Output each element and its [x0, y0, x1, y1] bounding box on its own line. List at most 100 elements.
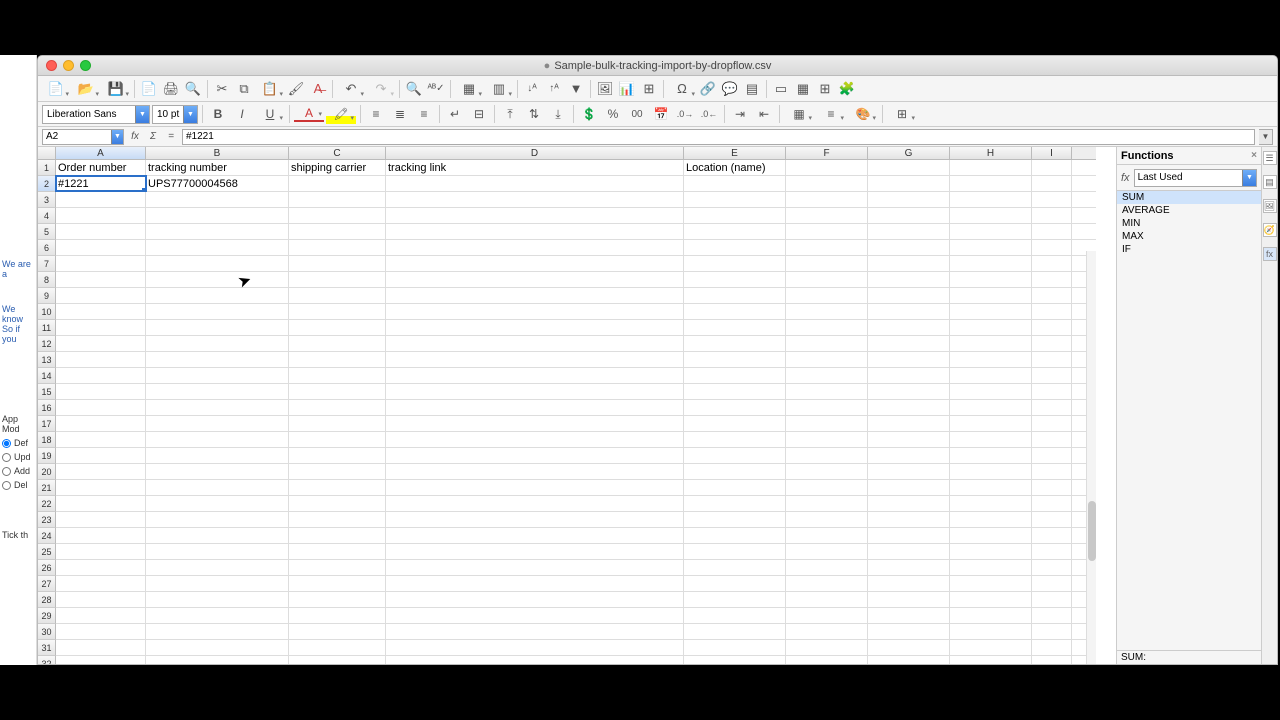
- cell[interactable]: [950, 384, 1032, 399]
- cell[interactable]: [146, 384, 289, 399]
- cell[interactable]: [56, 576, 146, 591]
- redo-button[interactable]: ↷: [367, 79, 395, 99]
- col-ops-button[interactable]: ▥: [485, 79, 513, 99]
- cell[interactable]: [56, 224, 146, 239]
- sort-desc-button[interactable]: ↑ᴬ: [544, 79, 564, 99]
- cell[interactable]: [56, 464, 146, 479]
- cell[interactable]: [386, 240, 684, 255]
- cell[interactable]: [289, 304, 386, 319]
- cell[interactable]: [786, 400, 868, 415]
- name-box[interactable]: A2 ▼: [42, 129, 124, 145]
- cell[interactable]: [146, 272, 289, 287]
- clone-format-button[interactable]: 🖌: [286, 79, 306, 99]
- cell[interactable]: [950, 176, 1032, 191]
- cell[interactable]: [289, 560, 386, 575]
- font-size-combo[interactable]: 10 pt ▼: [152, 105, 198, 124]
- print-preview-button[interactable]: 🔍: [183, 79, 203, 99]
- cut-button[interactable]: ✂: [212, 79, 232, 99]
- cell[interactable]: [56, 304, 146, 319]
- cell[interactable]: [386, 576, 684, 591]
- cell[interactable]: [786, 416, 868, 431]
- cell[interactable]: [786, 272, 868, 287]
- function-item[interactable]: AVERAGE: [1117, 204, 1261, 217]
- cell[interactable]: [289, 192, 386, 207]
- align-left-button[interactable]: ≡: [365, 104, 387, 124]
- clear-format-button[interactable]: A̶: [308, 79, 328, 99]
- cell[interactable]: [1032, 560, 1072, 575]
- cell[interactable]: [1032, 160, 1072, 175]
- cell[interactable]: [56, 192, 146, 207]
- row-header[interactable]: 29: [38, 608, 56, 624]
- cell[interactable]: [786, 432, 868, 447]
- cell[interactable]: [684, 256, 786, 271]
- cell[interactable]: [386, 320, 684, 335]
- column-header[interactable]: D: [386, 147, 684, 159]
- cell[interactable]: [386, 432, 684, 447]
- function-item[interactable]: MAX: [1117, 230, 1261, 243]
- currency-button[interactable]: 💲: [578, 104, 600, 124]
- cell[interactable]: [289, 320, 386, 335]
- cell[interactable]: [1032, 240, 1072, 255]
- cell[interactable]: [684, 368, 786, 383]
- cell[interactable]: [386, 480, 684, 495]
- cell[interactable]: [786, 208, 868, 223]
- cell[interactable]: [868, 528, 950, 543]
- row-header[interactable]: 11: [38, 320, 56, 336]
- cell[interactable]: [146, 512, 289, 527]
- border-style-button[interactable]: ≡: [816, 104, 846, 124]
- cell[interactable]: [684, 240, 786, 255]
- cell[interactable]: [786, 608, 868, 623]
- cell[interactable]: UPS77700004568: [146, 176, 289, 191]
- save-button[interactable]: 💾: [102, 79, 130, 99]
- vertical-scrollbar[interactable]: [1086, 251, 1096, 664]
- function-item[interactable]: SUM: [1117, 191, 1261, 204]
- cell[interactable]: [289, 272, 386, 287]
- new-doc-button[interactable]: 📄: [42, 79, 70, 99]
- cell[interactable]: [289, 640, 386, 655]
- row-header[interactable]: 12: [38, 336, 56, 352]
- function-category-select[interactable]: Last Used ▼: [1134, 169, 1257, 187]
- spellcheck-button[interactable]: ᴬᴮ✓: [426, 79, 446, 99]
- cell[interactable]: [1032, 352, 1072, 367]
- cell[interactable]: [684, 448, 786, 463]
- cell[interactable]: [786, 160, 868, 175]
- open-button[interactable]: 📂: [72, 79, 100, 99]
- cell[interactable]: [868, 640, 950, 655]
- cell[interactable]: [1032, 496, 1072, 511]
- cell[interactable]: [56, 624, 146, 639]
- cell[interactable]: [868, 256, 950, 271]
- cell[interactable]: [786, 384, 868, 399]
- cell[interactable]: [950, 368, 1032, 383]
- cell[interactable]: [950, 288, 1032, 303]
- percent-button[interactable]: %: [602, 104, 624, 124]
- cell[interactable]: [1032, 624, 1072, 639]
- row-header[interactable]: 1: [38, 160, 56, 176]
- cell[interactable]: [56, 288, 146, 303]
- cell[interactable]: [868, 176, 950, 191]
- cell[interactable]: [289, 400, 386, 415]
- cell[interactable]: [1032, 368, 1072, 383]
- cell[interactable]: [786, 304, 868, 319]
- cell[interactable]: [386, 624, 684, 639]
- cell[interactable]: [289, 352, 386, 367]
- cell[interactable]: [146, 480, 289, 495]
- row-header[interactable]: 10: [38, 304, 56, 320]
- cell[interactable]: [56, 400, 146, 415]
- cell[interactable]: [786, 288, 868, 303]
- cell[interactable]: [950, 592, 1032, 607]
- cell[interactable]: [684, 400, 786, 415]
- cell[interactable]: [868, 544, 950, 559]
- cell[interactable]: [684, 432, 786, 447]
- cell[interactable]: [56, 384, 146, 399]
- cell[interactable]: [684, 464, 786, 479]
- border-color-button[interactable]: 🎨: [848, 104, 878, 124]
- cell[interactable]: [950, 240, 1032, 255]
- cell[interactable]: [56, 368, 146, 383]
- cell[interactable]: [386, 304, 684, 319]
- row-header[interactable]: 20: [38, 464, 56, 480]
- cell[interactable]: [146, 400, 289, 415]
- cell[interactable]: [684, 544, 786, 559]
- styles-tab-icon[interactable]: ▤: [1263, 175, 1277, 189]
- cell[interactable]: [868, 320, 950, 335]
- cell[interactable]: [386, 288, 684, 303]
